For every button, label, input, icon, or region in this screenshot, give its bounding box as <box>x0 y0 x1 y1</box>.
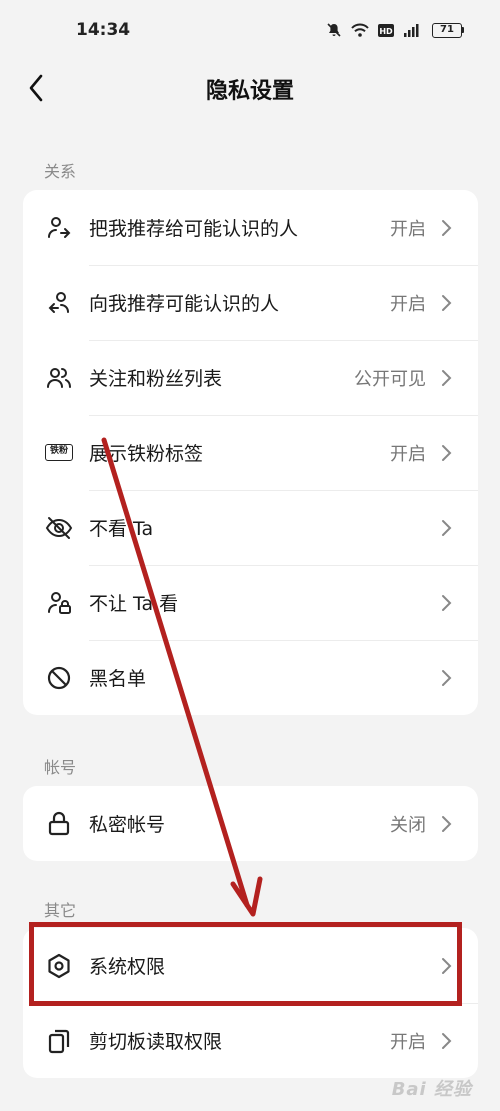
chevron-right-icon <box>442 369 452 386</box>
row-suggest-to-me[interactable]: 向我推荐可能认识的人 开启 <box>23 265 478 340</box>
row-label: 不看 Ta <box>89 518 154 540</box>
row-private-account[interactable]: 私密帐号 关闭 <box>23 786 478 861</box>
hd-icon: HD <box>378 23 394 37</box>
row-label: 向我推荐可能认识的人 <box>89 293 280 315</box>
row-label: 关注和粉丝列表 <box>89 368 223 390</box>
watermark: Bai 经验 <box>391 1079 472 1100</box>
battery-icon: 71 <box>432 22 464 38</box>
chevron-right-icon <box>442 594 452 611</box>
fan-badge-icon: 铁粉 <box>45 439 73 467</box>
row-label: 把我推荐给可能认识的人 <box>89 218 299 240</box>
chevron-right-icon <box>442 219 452 236</box>
section-label-other: 其它 <box>44 901 77 920</box>
row-fan-badge[interactable]: 铁粉 展示铁粉标签 开启 <box>23 415 478 490</box>
followers-icon <box>45 364 73 392</box>
row-value: 开启 <box>390 293 426 315</box>
section-label-relations: 关系 <box>44 162 77 181</box>
row-label: 私密帐号 <box>89 814 166 836</box>
cell-signal-icon <box>404 23 419 37</box>
battery-level: 71 <box>432 22 462 38</box>
user-lock-icon <box>45 589 73 617</box>
highlight-box <box>29 922 462 1006</box>
header: 隐私设置 <box>0 62 500 114</box>
chevron-right-icon <box>442 1032 452 1049</box>
eye-off-icon <box>45 514 73 542</box>
row-value: 开启 <box>390 218 426 240</box>
wifi-icon <box>351 23 369 37</box>
clipboard-icon <box>45 1027 73 1055</box>
row-followers-list[interactable]: 关注和粉丝列表 公开可见 <box>23 340 478 415</box>
row-label: 不让 Ta 看 <box>89 593 179 615</box>
row-label: 剪切板读取权限 <box>89 1031 223 1053</box>
share-contact-icon <box>45 214 73 242</box>
row-value: 公开可见 <box>354 368 426 390</box>
row-value: 开启 <box>390 443 426 465</box>
fan-badge-text: 铁粉 <box>45 444 73 461</box>
row-blacklist[interactable]: 黑名单 <box>23 640 478 715</box>
chevron-right-icon <box>442 294 452 311</box>
svg-text:HD: HD <box>379 27 393 36</box>
row-hide-from-them[interactable]: 不让 Ta 看 <box>23 565 478 640</box>
section-label-account: 帐号 <box>44 758 77 777</box>
status-time: 14:34 <box>76 20 131 40</box>
chevron-right-icon <box>442 519 452 536</box>
status-icons: HD 71 <box>326 22 464 38</box>
row-label: 展示铁粉标签 <box>89 443 204 465</box>
chevron-right-icon <box>442 815 452 832</box>
row-clipboard-permission[interactable]: 剪切板读取权限 开启 <box>23 1003 478 1078</box>
chevron-right-icon <box>442 444 452 461</box>
suggest-contact-icon <box>45 289 73 317</box>
row-value: 关闭 <box>390 814 426 836</box>
account-card: 私密帐号 关闭 <box>23 786 478 861</box>
row-value: 开启 <box>390 1031 426 1053</box>
mute-bell-icon <box>327 23 341 37</box>
row-label: 黑名单 <box>89 668 147 690</box>
status-bar: 14:34 HD 71 <box>0 0 500 62</box>
lock-icon <box>45 810 73 838</box>
row-hide-them[interactable]: 不看 Ta <box>23 490 478 565</box>
chevron-right-icon <box>442 669 452 686</box>
page-title: 隐私设置 <box>205 79 294 104</box>
relations-card: 把我推荐给可能认识的人 开启 向我推荐可能认识的人 开启 关注和粉丝列表 公开可… <box>23 190 478 715</box>
block-icon <box>45 664 73 692</box>
row-recommend-me[interactable]: 把我推荐给可能认识的人 开启 <box>23 190 478 265</box>
